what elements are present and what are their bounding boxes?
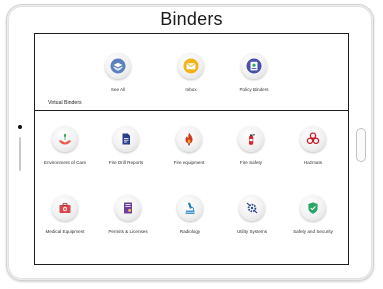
medical-kit-icon [52,195,78,221]
binder-tile-inbox[interactable]: Inbox [161,53,221,92]
biohazard-icon [300,126,326,152]
category-label: Radiology [179,229,201,234]
category-tile-permits-licenses[interactable]: Permits & Licenses [98,195,158,234]
category-tile-radiology[interactable]: Radiology [160,195,220,234]
category-label: Hazmats [303,160,323,165]
certificate-icon [115,195,141,221]
category-label: Environment of Care [43,160,87,165]
category-label: Safety and Security [293,229,333,234]
category-tile-fire-safety[interactable]: Fire Safety [221,126,281,165]
side-indicator [19,137,21,171]
home-button[interactable] [356,128,366,162]
page-title: Binders [160,9,223,29]
category-tile-hazmats[interactable]: Hazmats [283,126,343,165]
category-label: Fire equipment [173,160,205,165]
microscope-icon [177,195,203,221]
binder-label: Policy Binders [239,87,269,92]
category-tile-utility-systems[interactable]: Utility Systems [222,195,282,234]
binder-tile-policy-binders[interactable]: Policy Binders [224,53,284,92]
binders-panel: See All Inbox Policy Binders Virtual Bin… [34,33,349,265]
gear-wrench-icon [239,195,265,221]
category-label: Permits & Licenses [108,229,148,234]
category-tile-environment-of-care[interactable]: Environment of Care [35,126,95,165]
category-tile-fire-drill-reports[interactable]: Fire Drill Reports [96,126,156,165]
section-label-virtual-binders: Virtual Binders [48,100,82,106]
envelope-icon [178,53,204,79]
policy-binder-icon [241,53,267,79]
category-label: Utility Systems [236,229,268,234]
document-icon [113,126,139,152]
hands-plant-icon [52,126,78,152]
category-tile-safety-and-security[interactable]: Safety and Security [283,195,343,234]
category-label: Fire Drill Reports [108,160,144,165]
section-divider [35,110,348,111]
category-label: Medical Equipment [45,229,85,234]
shield-check-icon [300,195,326,221]
binder-tile-see-all[interactable]: See All [88,53,148,92]
stack-layers-icon [105,53,131,79]
category-tile-medical-equipment[interactable]: Medical Equipment [35,195,95,234]
category-label: Fire Safety [239,160,263,165]
camera-dot [18,125,22,129]
flame-icon [176,126,202,152]
binder-label: Inbox [185,87,197,92]
fire-extinguisher-icon [238,126,264,152]
binder-label: See All [110,87,126,92]
category-tile-fire-equipment[interactable]: Fire equipment [159,126,219,165]
